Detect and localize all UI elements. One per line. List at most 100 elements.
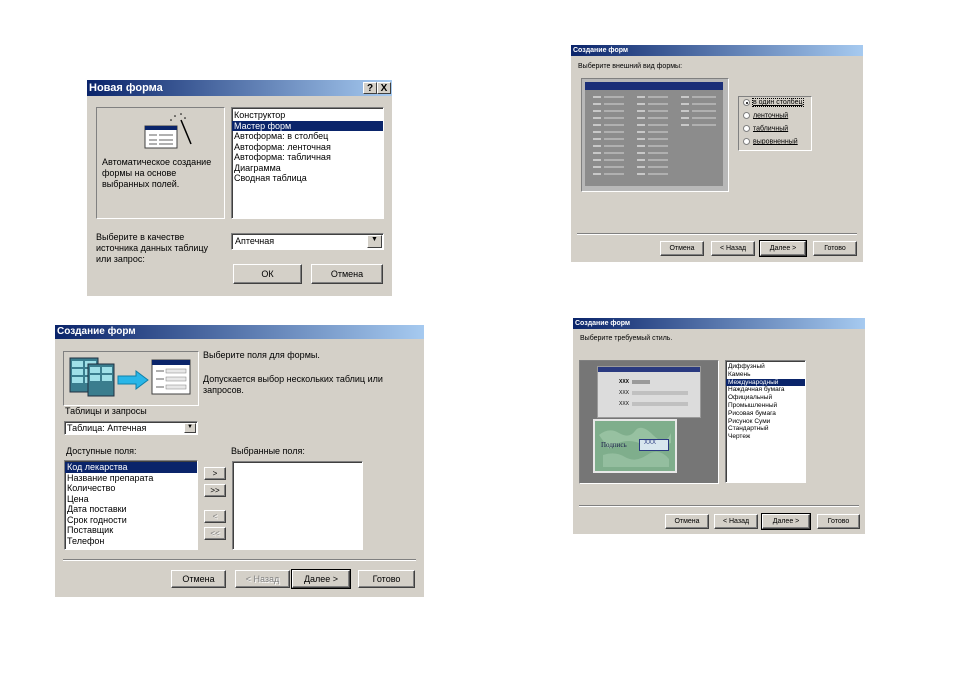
style-item[interactable]: Промышленный <box>726 402 805 410</box>
preview-label-bar <box>593 159 601 161</box>
available-field-item[interactable]: Дата поставки <box>65 504 197 515</box>
layout-option-label: в один столбец <box>752 98 804 108</box>
preview-field-bar <box>648 159 668 161</box>
form-type-item[interactable]: Автоформа: в столбец <box>232 131 383 142</box>
close-button[interactable]: X <box>377 82 391 94</box>
preview-field-bar <box>648 166 668 168</box>
preview-field-bar <box>692 96 716 98</box>
preview-label-bar <box>593 124 601 126</box>
source-combobox[interactable]: Аптечная ▼ <box>231 233 384 250</box>
available-field-item[interactable]: Код лекарства <box>65 462 197 473</box>
preview-field-bar <box>604 103 624 105</box>
layout-next-button[interactable]: Далее > <box>759 240 807 257</box>
layout-option[interactable]: табличный <box>743 125 788 132</box>
preview-label-bar <box>681 110 689 112</box>
layout-option[interactable]: в один столбец <box>743 98 804 108</box>
style-cancel-button[interactable]: Отмена <box>665 514 709 529</box>
remove-field-button[interactable]: < <box>204 510 226 523</box>
preview-field-bar <box>648 124 668 126</box>
layout-option-label: выровненный <box>753 138 798 146</box>
fields-finish-button[interactable]: Готово <box>358 570 415 588</box>
preview-field-bar <box>604 145 624 147</box>
tables-label: Таблицы и запросы <box>65 406 147 416</box>
preview-field-bar <box>692 110 716 112</box>
new-form-type-list[interactable]: Конструктор Мастер форм Автоформа: в столб… <box>231 107 384 219</box>
preview-field-bar <box>604 96 624 98</box>
chevron-down-icon[interactable]: ▼ <box>367 235 382 248</box>
form-type-item[interactable]: Конструктор <box>232 110 383 121</box>
form-type-item[interactable]: Автоформа: ленточная <box>232 142 383 153</box>
new-form-title: Новая форма <box>89 82 163 94</box>
available-field-item[interactable]: Поставщик <box>65 525 197 536</box>
available-field-item[interactable]: Цена <box>65 494 197 505</box>
style-item[interactable]: Диффузный <box>726 363 805 371</box>
preview-field-bar <box>692 124 716 126</box>
preview-field-bar <box>604 138 624 140</box>
fields-hint: Допускается выбор нескольких таблиц или … <box>203 374 383 395</box>
preview-field-bar <box>604 117 624 119</box>
style-item[interactable]: Рисовая бумага <box>726 410 805 418</box>
form-type-item[interactable]: Автоформа: табличная <box>232 152 383 163</box>
preview-label-bar <box>637 96 645 98</box>
radio-button-icon[interactable] <box>743 138 750 145</box>
source-label: Выберите в качестве источника данных таб… <box>96 232 209 264</box>
style-preview: XXX XXX XXX Подпись XXX <box>579 360 719 484</box>
layout-preview-header <box>585 82 723 90</box>
style-preview-front-form: Подпись XXX <box>593 419 677 473</box>
preview-label-bar <box>637 103 645 105</box>
fields-next-button[interactable]: Далее > <box>291 569 351 589</box>
fields-back-button[interactable]: < Назад <box>235 570 290 588</box>
fields-wizard-titlebar: Создание форм <box>55 325 424 339</box>
available-field-item[interactable]: Телефон <box>65 536 197 547</box>
add-all-fields-button[interactable]: >> <box>204 484 226 497</box>
form-type-item[interactable]: Диаграмма <box>232 163 383 174</box>
remove-all-fields-button[interactable]: << <box>204 527 226 540</box>
available-field-item[interactable]: Количество <box>65 483 197 494</box>
style-back-button[interactable]: < Назад <box>714 514 758 529</box>
radio-button-icon[interactable] <box>743 99 750 106</box>
preview-label-bar <box>637 138 645 140</box>
layout-option[interactable]: выровненный <box>743 138 798 145</box>
style-item[interactable]: Стандартный <box>726 425 805 433</box>
layout-finish-button[interactable]: Готово <box>813 241 857 256</box>
table-combobox[interactable]: Таблица: Аптечная ▼ <box>64 421 198 435</box>
available-fields-list[interactable]: Код лекарства Название препарата Количеств… <box>64 460 198 550</box>
preview-field-bar <box>692 103 716 105</box>
preview-label-bar <box>593 103 601 105</box>
layout-cancel-button[interactable]: Отмена <box>660 241 704 256</box>
fields-wizard-title: Создание форм <box>57 326 136 337</box>
preview-label-bar <box>681 103 689 105</box>
preview-label-bar <box>637 110 645 112</box>
radio-button-icon[interactable] <box>743 125 750 132</box>
preview-field-bar <box>604 166 624 168</box>
form-type-item[interactable]: Сводная таблица <box>232 173 383 184</box>
style-finish-button[interactable]: Готово <box>817 514 860 529</box>
layout-prompt: Выберите внешний вид формы: <box>578 63 683 70</box>
preview-field-2 <box>632 391 688 395</box>
preview-field-bar <box>648 145 668 147</box>
preview-label-bar <box>593 166 601 168</box>
style-item[interactable]: Камень <box>726 371 805 379</box>
style-item[interactable]: Официальный <box>726 394 805 402</box>
layout-wizard-title: Создание форм <box>573 47 629 54</box>
add-field-button[interactable]: > <box>204 467 226 480</box>
table-to-form-icon <box>69 357 191 397</box>
chevron-down-icon[interactable]: ▼ <box>184 423 196 433</box>
style-list[interactable]: Диффузный Камень Международный Наждачная бу… <box>725 360 806 483</box>
fields-cancel-button[interactable]: Отмена <box>171 570 226 588</box>
available-field-item[interactable]: Срок годности <box>65 515 197 526</box>
layout-option[interactable]: ленточный <box>743 112 788 119</box>
preview-label-bar <box>637 124 645 126</box>
form-type-item[interactable]: Мастер форм <box>232 120 383 131</box>
style-next-button[interactable]: Далее > <box>761 513 811 530</box>
preview-label-bar <box>593 145 601 147</box>
cancel-button[interactable]: Отмена <box>311 264 383 284</box>
style-item[interactable]: Чертеж <box>726 433 805 441</box>
layout-back-button[interactable]: < Назад <box>711 241 755 256</box>
ok-button[interactable]: ОК <box>233 264 302 284</box>
selected-fields-list[interactable] <box>232 461 363 550</box>
radio-button-icon[interactable] <box>743 112 750 119</box>
help-button[interactable]: ? <box>363 82 377 94</box>
preview-label-bar <box>593 173 601 175</box>
available-field-item[interactable]: Название препарата <box>65 473 197 484</box>
